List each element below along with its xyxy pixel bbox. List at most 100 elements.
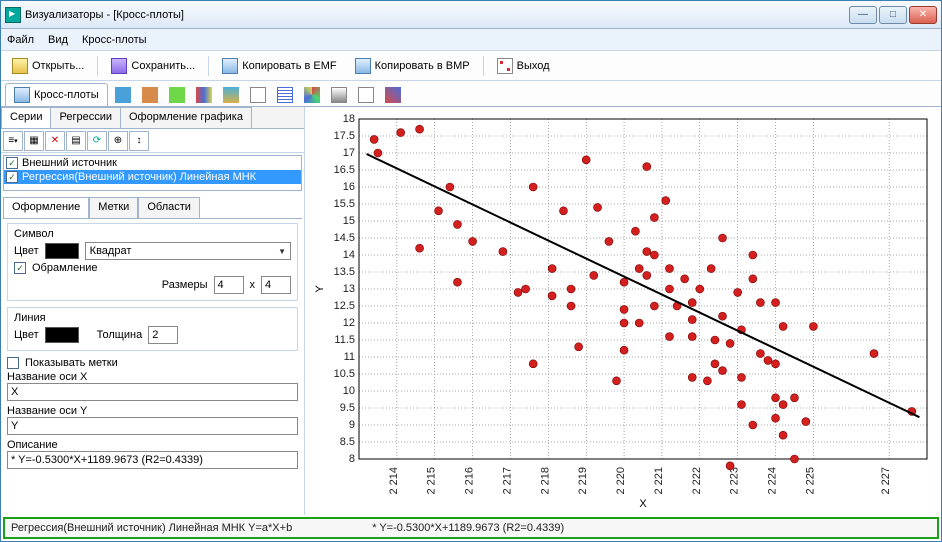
list-menu-button[interactable]: ≡▾ (3, 131, 23, 151)
menu-view[interactable]: Вид (48, 34, 68, 46)
subtab-format[interactable]: Оформление графика (120, 107, 252, 128)
folder-open-icon (12, 58, 28, 74)
series-label: Регрессия(Внешний источник) Линейная МНК (22, 171, 256, 183)
line-color-swatch[interactable] (45, 327, 79, 343)
series-row-selected[interactable]: ✓ Регрессия(Внешний источник) Линейная М… (4, 170, 301, 184)
tool-icon (331, 87, 347, 103)
svg-text:Y: Y (314, 285, 326, 293)
subtab-series[interactable]: Серии (1, 107, 51, 128)
app-icon (5, 7, 21, 23)
maximize-button[interactable]: □ (879, 6, 907, 24)
svg-text:X: X (639, 498, 647, 510)
ribbon-button-1[interactable] (111, 84, 135, 106)
module-tabstrip: Кросс-плоты (1, 81, 941, 107)
ribbon-button-5[interactable] (219, 84, 243, 106)
edit-series-button[interactable]: ▤ (66, 131, 86, 151)
size-sep: x (250, 279, 256, 291)
svg-text:2 222: 2 222 (691, 467, 703, 495)
copy-emf-button[interactable]: Копировать в EMF (215, 55, 343, 77)
svg-text:16.5: 16.5 (334, 164, 355, 176)
svg-text:2 227: 2 227 (880, 467, 892, 495)
window-title: Визуализаторы - [Кросс-плоты] (25, 9, 849, 21)
palette-icon (196, 87, 212, 103)
svg-text:2 225: 2 225 (804, 467, 816, 495)
shape-combo[interactable]: Квадрат▼ (85, 242, 291, 260)
border-label: Обрамление (32, 262, 98, 274)
xaxis-name-label: Название оси X (7, 371, 298, 383)
tool-icon (115, 87, 131, 103)
innertab-areas[interactable]: Области (138, 197, 200, 218)
svg-text:15.5: 15.5 (334, 198, 355, 210)
innertab-format[interactable]: Оформление (3, 197, 89, 218)
ribbon-button-4[interactable] (192, 84, 216, 106)
thickness-spinner[interactable]: 2 (148, 326, 178, 344)
ribbon-button-11[interactable] (381, 84, 405, 106)
svg-text:2 224: 2 224 (767, 467, 779, 495)
ribbon-button-3[interactable] (165, 84, 189, 106)
exit-icon (497, 58, 513, 74)
open-button[interactable]: Открыть... (5, 55, 91, 77)
svg-text:12.5: 12.5 (334, 300, 355, 312)
delete-series-button[interactable]: ✕ (45, 131, 65, 151)
separator (483, 56, 484, 76)
save-button[interactable]: Сохранить... (104, 55, 202, 77)
chart-area[interactable]: 88.599.51010.51111.51212.51313.51414.515… (305, 107, 941, 515)
thickness-label: Толщина (97, 329, 143, 341)
copy-bmp-button[interactable]: Копировать в BMP (348, 55, 477, 77)
innertab-labels[interactable]: Метки (89, 197, 138, 218)
main-toolbar: Открыть... Сохранить... Копировать в EMF… (1, 51, 941, 81)
minimize-button[interactable]: — (849, 6, 877, 24)
svg-text:12: 12 (343, 317, 355, 329)
statusbar: Регрессия(Внешний источник) Линейная МНК… (3, 517, 939, 539)
grid-icon (277, 87, 293, 103)
tab-crossplots[interactable]: Кросс-плоты (5, 83, 108, 106)
tool-icon (169, 87, 185, 103)
refresh-button[interactable]: ⟳ (87, 131, 107, 151)
left-panel: Серии Регрессии Оформление графика ≡▾ ▦ … (1, 107, 305, 515)
separator (208, 56, 209, 76)
showlabels-label: Показывать метки (25, 357, 118, 369)
grid-icon (250, 87, 266, 103)
series-row[interactable]: ✓ Внешний источник (4, 156, 301, 170)
checkbox-icon[interactable]: ✓ (6, 171, 18, 183)
tool-icon (142, 87, 158, 103)
close-button[interactable]: ✕ (909, 6, 937, 24)
svg-text:2 218: 2 218 (539, 467, 551, 495)
ribbon-button-10[interactable] (354, 84, 378, 106)
size-width-spinner[interactable]: 4 (214, 276, 244, 294)
ribbon-button-6[interactable] (246, 84, 270, 106)
series-list[interactable]: ✓ Внешний источник ✓ Регрессия(Внешний и… (3, 155, 302, 191)
svg-text:2 216: 2 216 (464, 467, 476, 495)
ribbon-button-7[interactable] (273, 84, 297, 106)
symbol-color-swatch[interactable] (45, 243, 79, 259)
svg-text:9.5: 9.5 (340, 402, 355, 414)
checkbox-icon[interactable]: ✓ (6, 157, 18, 169)
line-color-label: Цвет (14, 329, 39, 341)
ribbon-button-8[interactable] (300, 84, 324, 106)
xaxis-name-input[interactable]: X (7, 383, 298, 401)
move-up-button[interactable]: ↕ (129, 131, 149, 151)
showlabels-checkbox[interactable]: ✓ (7, 357, 19, 369)
svg-text:2 217: 2 217 (501, 467, 513, 495)
menu-file[interactable]: Файл (7, 34, 34, 46)
yaxis-name-label: Название оси Y (7, 405, 298, 417)
subtab-regressions[interactable]: Регрессии (50, 107, 121, 128)
svg-text:2 221: 2 221 (653, 467, 665, 495)
copy-icon (355, 58, 371, 74)
copy-icon (222, 58, 238, 74)
border-checkbox[interactable]: ✓ (14, 262, 26, 274)
exit-button[interactable]: Выход (490, 55, 557, 77)
yaxis-name-input[interactable]: Y (7, 417, 298, 435)
menu-crossplots[interactable]: Кросс-плоты (82, 34, 147, 46)
add-series-button[interactable]: ▦ (24, 131, 44, 151)
save-icon (111, 58, 127, 74)
ribbon-button-9[interactable] (327, 84, 351, 106)
svg-text:8: 8 (349, 453, 355, 465)
gradient-icon (223, 87, 239, 103)
description-input[interactable]: * Y=-0.5300*X+1189.9673 (R2=0.4339) (7, 451, 298, 469)
series-toolbar: ≡▾ ▦ ✕ ▤ ⟳ ⊕ ↕ (1, 129, 304, 153)
svg-text:2 219: 2 219 (577, 467, 589, 495)
size-height-spinner[interactable]: 4 (261, 276, 291, 294)
ribbon-button-2[interactable] (138, 84, 162, 106)
target-button[interactable]: ⊕ (108, 131, 128, 151)
